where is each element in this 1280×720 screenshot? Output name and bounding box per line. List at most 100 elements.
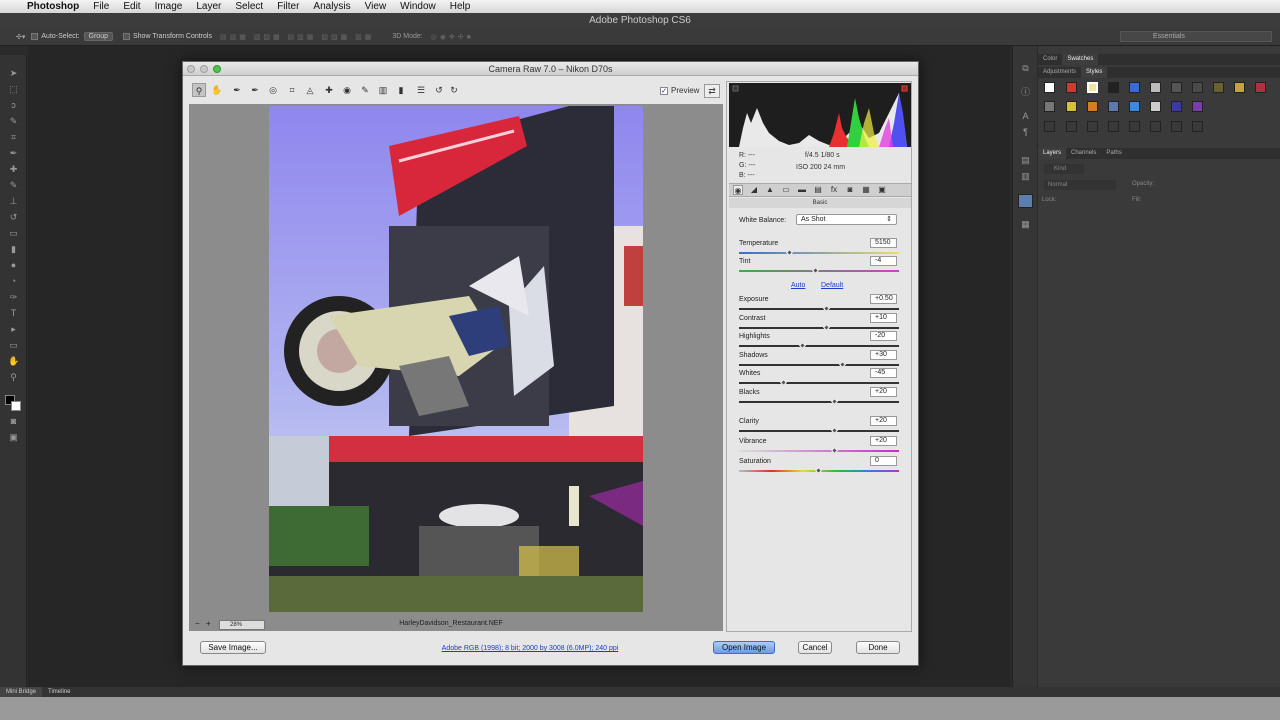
crop-icon[interactable]: ⌗ [8, 133, 19, 142]
menu-edit[interactable]: Edit [116, 0, 147, 13]
slider-track[interactable] [739, 450, 899, 452]
minimize-window-button[interactable] [200, 65, 208, 73]
zoom-level-select[interactable]: 28% [219, 620, 265, 630]
tab-layers[interactable]: Layers [1038, 148, 1067, 159]
fullscreen-icon[interactable]: ⇄ [704, 84, 720, 98]
slider-thumb[interactable] [798, 341, 807, 350]
style-swatch[interactable] [1150, 121, 1161, 132]
history-brush-icon[interactable]: ↺ [8, 213, 19, 222]
menu-window[interactable]: Window [393, 0, 443, 13]
adjustment-brush-icon[interactable]: ✎ [358, 83, 372, 97]
tab-styles[interactable]: Styles [1081, 67, 1108, 78]
slider-value-input[interactable]: +20 [870, 387, 897, 397]
photo-preview[interactable] [269, 106, 643, 612]
type-icon[interactable]: T [8, 309, 19, 318]
character-icon[interactable]: A [1020, 112, 1031, 121]
slider-thumb[interactable] [814, 466, 823, 475]
style-swatch[interactable] [1087, 82, 1098, 93]
slider-track[interactable] [739, 345, 899, 347]
crop-icon[interactable]: ⌗ [285, 83, 299, 97]
menu-filter[interactable]: Filter [270, 0, 306, 13]
align-icons[interactable]: ▤▥▦ ▧▨▩ ▤▥▦ ▧▨▩ ▥▦ [220, 33, 374, 41]
menu-view[interactable]: View [358, 0, 394, 13]
workspace-switcher[interactable]: Essentials [1120, 31, 1272, 42]
info-icon[interactable]: ⓘ [1020, 88, 1031, 97]
slider-track[interactable] [739, 401, 899, 403]
hand-icon[interactable]: ✋ [8, 357, 19, 366]
snapshots-icon[interactable]: ▣ [877, 185, 887, 195]
style-swatch[interactable] [1087, 121, 1098, 132]
preview-checkbox[interactable]: ✓ [660, 86, 668, 95]
slider-track[interactable] [739, 327, 899, 329]
brush-presets-icon[interactable]: ▦ [1020, 220, 1031, 229]
slider-value-input[interactable]: -4 [870, 256, 897, 266]
menu-app-name[interactable]: Photoshop [20, 0, 86, 13]
auto-link[interactable]: Auto [791, 282, 805, 289]
close-window-button[interactable] [187, 65, 195, 73]
3d-mode-icons[interactable]: ◎◉✥✣■ [431, 33, 474, 41]
blend-mode-select[interactable]: Normal [1044, 180, 1116, 190]
style-swatch[interactable] [1044, 101, 1055, 112]
hand-icon[interactable]: ✋ [210, 83, 224, 97]
style-swatch[interactable] [1171, 121, 1182, 132]
tab-color[interactable]: Color [1038, 54, 1062, 65]
slider-thumb[interactable] [830, 446, 839, 455]
quick-select-icon[interactable]: ✎ [8, 117, 19, 126]
slider-track[interactable] [739, 382, 899, 384]
slider-thumb[interactable] [779, 378, 787, 387]
slider-value-input[interactable]: +20 [870, 416, 897, 426]
tab-timeline[interactable]: Timeline [42, 687, 76, 697]
healing-icon[interactable]: ✚ [8, 165, 19, 174]
slider-value-input[interactable]: +30 [870, 350, 897, 360]
zoom-in-icon[interactable]: + [206, 619, 211, 628]
slider-thumb[interactable] [830, 426, 839, 435]
style-swatch[interactable] [1192, 101, 1203, 112]
preferences-icon[interactable]: ☰ [414, 83, 428, 97]
tab-paths[interactable]: Paths [1101, 148, 1126, 159]
slider-thumb[interactable] [830, 397, 839, 406]
zoom-icon[interactable]: ⚲ [192, 83, 206, 97]
auto-select-checkbox[interactable] [31, 33, 39, 40]
slider-track[interactable] [739, 308, 899, 310]
style-swatch[interactable] [1192, 82, 1203, 93]
style-swatch[interactable] [1129, 121, 1140, 132]
slider-track[interactable] [739, 364, 899, 366]
done-button[interactable]: Done [856, 641, 900, 654]
slider-value-input[interactable]: 5150 [870, 238, 897, 248]
zoom-out-icon[interactable]: − [195, 619, 200, 628]
style-swatch[interactable] [1044, 121, 1055, 132]
rotate-right-icon[interactable]: ↻ [447, 83, 461, 97]
menu-layer[interactable]: Layer [189, 0, 228, 13]
eraser-icon[interactable]: ▭ [8, 229, 19, 238]
rotate-left-icon[interactable]: ↺ [432, 83, 446, 97]
path-select-icon[interactable]: ▸ [8, 325, 19, 334]
slider-value-input[interactable]: +20 [870, 436, 897, 446]
slider-thumb[interactable] [811, 266, 819, 275]
style-swatch[interactable] [1108, 82, 1119, 93]
effects-icon[interactable]: fx [829, 185, 839, 195]
tone-curve-icon[interactable]: ◢ [749, 185, 759, 195]
straighten-icon[interactable]: ◬ [303, 83, 317, 97]
style-swatch[interactable] [1129, 82, 1140, 93]
style-swatch[interactable] [1066, 121, 1077, 132]
lens-corrections-icon[interactable]: ▤ [813, 185, 823, 195]
slider-track[interactable] [739, 430, 899, 432]
gradient-icon[interactable]: ▮ [8, 245, 19, 254]
zoom-window-button[interactable] [213, 65, 221, 73]
menu-analysis[interactable]: Analysis [306, 0, 357, 13]
slider-thumb[interactable] [822, 304, 831, 313]
graduated-filter-icon[interactable]: ▥ [376, 83, 390, 97]
open-image-button[interactable]: Open Image [713, 641, 775, 654]
style-swatch[interactable] [1044, 82, 1055, 93]
split-toning-icon[interactable]: ▬ [797, 185, 807, 195]
slider-thumb[interactable] [838, 360, 847, 369]
tab-adjustments[interactable]: Adjustments [1038, 67, 1081, 78]
preview-toggle[interactable]: ✓ Preview [660, 86, 699, 95]
eyedropper-icon[interactable]: ✒ [8, 149, 19, 158]
pen-icon[interactable]: ✑ [8, 293, 19, 302]
detail-icon[interactable]: ▲ [765, 185, 775, 195]
blur-icon[interactable]: ● [8, 261, 19, 270]
move-tool-icon[interactable]: ✣▾ [16, 33, 25, 41]
spot-removal-icon[interactable]: ✚ [322, 83, 336, 97]
shape-icon[interactable]: ▭ [8, 341, 19, 350]
